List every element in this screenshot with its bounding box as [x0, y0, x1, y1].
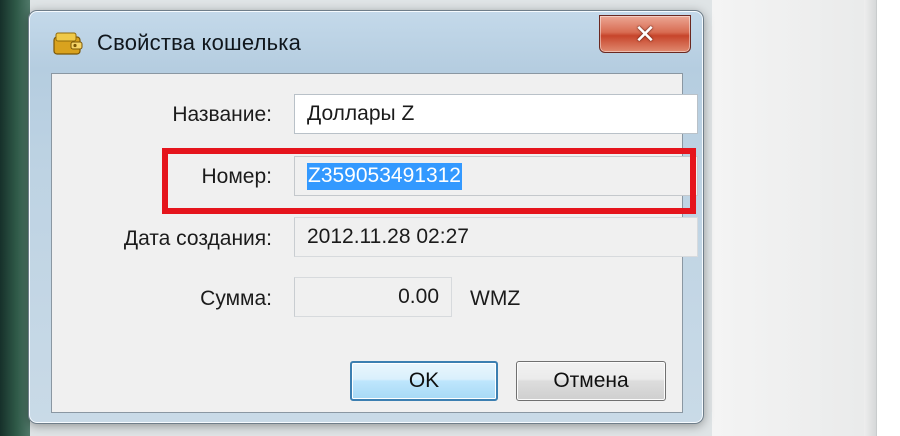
close-icon: ✕ — [634, 19, 656, 49]
dialog-title: Свойства кошелька — [97, 30, 302, 55]
dialog-client-area: Название: Доллары Z Номер: Z359053491312… — [51, 73, 698, 413]
amount-value: 0.00 — [398, 285, 439, 308]
creation-date-value: 2012.11.28 02:27 — [307, 225, 469, 248]
wallet-icon — [53, 31, 83, 55]
name-input[interactable]: Доллары Z — [294, 94, 698, 134]
ok-button[interactable]: OK — [350, 361, 498, 401]
name-value: Доллары Z — [307, 102, 415, 125]
highlight-frame — [162, 148, 696, 214]
wallet-properties-dialog: Свойства кошелька ✕ Название: Доллары Z … — [28, 10, 704, 424]
currency-label: WMZ — [470, 287, 521, 310]
creation-date-field[interactable]: 2012.11.28 02:27 — [294, 217, 698, 257]
desktop-background — [0, 0, 30, 436]
cancel-button[interactable]: Отмена — [516, 361, 666, 401]
amount-label: Сумма: — [200, 287, 272, 310]
dialog-titlebar[interactable]: Свойства кошелька ✕ — [29, 11, 703, 73]
background-window-panel — [712, 0, 877, 436]
amount-field[interactable]: 0.00 — [294, 277, 452, 317]
close-button[interactable]: ✕ — [599, 15, 691, 53]
creation-date-label: Дата создания: — [123, 227, 272, 250]
name-label: Название: — [172, 103, 272, 126]
